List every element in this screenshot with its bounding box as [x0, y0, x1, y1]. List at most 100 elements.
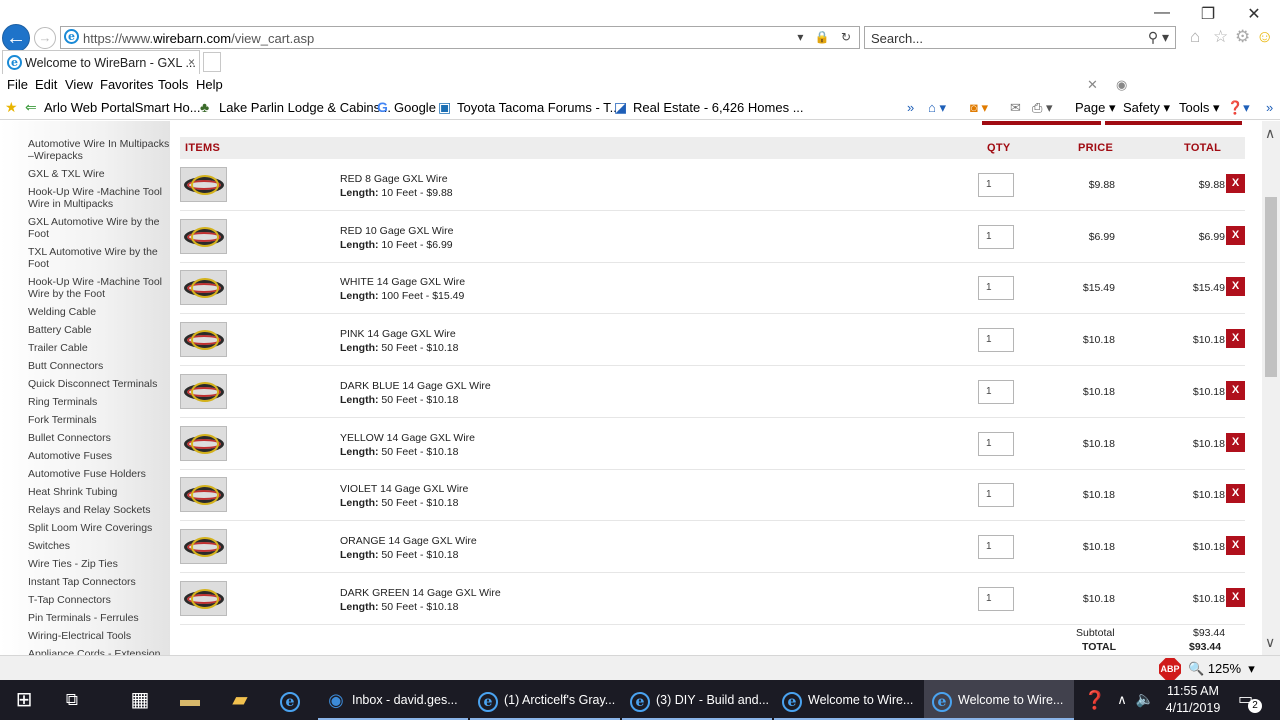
sidebar-category-link[interactable]: Instant Tap Connectors	[28, 576, 170, 588]
sidebar-category-link[interactable]: GXL & TXL Wire	[28, 168, 170, 180]
address-bar[interactable]: e https://www.wirebarn.com/view_cart.asp…	[60, 26, 860, 49]
remove-item-button[interactable]: X	[1226, 329, 1245, 349]
product-thumbnail[interactable]	[180, 218, 227, 254]
taskbar-app-ie-2[interactable]: e (3) DIY - Build and...	[622, 680, 772, 720]
address-tools-icons[interactable]: ▾ 🔒 ↻	[797, 30, 855, 44]
qty-input[interactable]: 1	[978, 173, 1014, 197]
print-icon[interactable]: ⎙ ▾	[1032, 100, 1053, 116]
vertical-scrollbar[interactable]: ∧ ∨	[1262, 121, 1280, 655]
calculator-icon[interactable]: ▦	[126, 686, 154, 714]
chevron-right-icon[interactable]: »	[1266, 100, 1273, 115]
taskbar-app-ie-active[interactable]: e Welcome to Wire...	[924, 680, 1074, 720]
product-thumbnail[interactable]	[180, 580, 227, 616]
close-menu-icon[interactable]: ✕	[1087, 77, 1098, 93]
zoom-level[interactable]: 🔍 125% ▾	[1188, 661, 1255, 677]
mail-icon[interactable]: ✉	[1010, 100, 1021, 116]
sidebar-category-link[interactable]: Appliance Cords - Extension	[28, 648, 170, 655]
windows-start-icon[interactable]: ⊞	[10, 686, 38, 714]
remove-item-button[interactable]: X	[1226, 380, 1245, 400]
clock[interactable]: 11:55 AM 4/11/2019	[1158, 683, 1228, 717]
product-thumbnail[interactable]	[180, 373, 227, 409]
fav-tacoma[interactable]: Toyota Tacoma Forums - T...	[457, 100, 621, 115]
remove-item-button[interactable]: X	[1226, 484, 1245, 504]
qty-input[interactable]: 1	[978, 483, 1014, 508]
item-name[interactable]: YELLOW 14 Gage GXL Wire	[340, 432, 475, 444]
menu-help[interactable]: Help	[196, 77, 223, 92]
sidebar-category-link[interactable]: Battery Cable	[28, 324, 170, 336]
favorites-star-icon[interactable]: ★	[5, 99, 18, 116]
home-icon[interactable]: ⌂	[1190, 27, 1200, 47]
product-thumbnail[interactable]	[180, 322, 227, 358]
sidebar-category-link[interactable]: Hook-Up Wire -Machine Tool Wire in Multi…	[28, 186, 170, 210]
sidebar-category-link[interactable]: T-Tap Connectors	[28, 594, 170, 606]
menu-file[interactable]: File	[7, 77, 28, 92]
volume-icon[interactable]: 🔈	[1131, 686, 1159, 714]
product-thumbnail[interactable]	[180, 167, 227, 202]
search-icon[interactable]: ⚲ ▾	[1148, 29, 1169, 46]
sidebar-category-link[interactable]: Butt Connectors	[28, 360, 170, 372]
home-cmd-icon[interactable]: ⌂ ▾	[928, 100, 946, 116]
sidebar-category-link[interactable]: GXL Automotive Wire by the Foot	[28, 216, 170, 240]
scanner-icon[interactable]: ▬	[176, 686, 204, 714]
sidebar-category-link[interactable]: Welding Cable	[28, 306, 170, 318]
back-button[interactable]: ←	[2, 24, 30, 52]
sidebar-category-link[interactable]: Hook-Up Wire -Machine Tool Wire by the F…	[28, 276, 170, 300]
qty-input[interactable]: 1	[978, 379, 1014, 404]
favorites-star-icon[interactable]: ☆	[1213, 27, 1228, 47]
sidebar-category-link[interactable]: Automotive Fuses	[28, 450, 170, 462]
task-view-icon[interactable]: ⧉	[58, 686, 86, 714]
sidebar-category-link[interactable]: Wire Ties - Zip Ties	[28, 558, 170, 570]
settings-gear-icon[interactable]: ⚙	[1235, 27, 1250, 47]
item-name[interactable]: WHITE 14 Gage GXL Wire	[340, 276, 465, 288]
remove-item-button[interactable]: X	[1226, 432, 1245, 452]
item-name[interactable]: ORANGE 14 Gage GXL Wire	[340, 535, 477, 547]
sidebar-category-link[interactable]: Relays and Relay Sockets	[28, 504, 170, 516]
qty-input[interactable]: 1	[978, 224, 1014, 249]
remove-item-button[interactable]: X	[1226, 277, 1245, 297]
sidebar-category-link[interactable]: Heat Shrink Tubing	[28, 486, 170, 498]
fav-google[interactable]: Google	[394, 100, 436, 115]
sidebar-category-link[interactable]: Split Loom Wire Coverings	[28, 522, 170, 534]
minimize-icon[interactable]: —	[1139, 4, 1185, 22]
smiley-feedback-icon[interactable]: ☺	[1256, 27, 1273, 47]
sidebar-category-link[interactable]: Automotive Wire In Multipacks –Wirepacks	[28, 138, 170, 162]
menu-view[interactable]: View	[65, 77, 93, 92]
sidebar-category-link[interactable]: Automotive Fuse Holders	[28, 468, 170, 480]
qty-input[interactable]: 1	[978, 534, 1014, 559]
search-box[interactable]: Search... ⚲ ▾	[864, 26, 1176, 49]
sidebar-category-link[interactable]: TXL Automotive Wire by the Foot	[28, 246, 170, 270]
scroll-down-icon[interactable]: ∨	[1265, 634, 1275, 651]
restore-icon[interactable]: ❐	[1185, 4, 1231, 24]
checkout-button-edge[interactable]	[1105, 121, 1242, 125]
sidebar-category-link[interactable]: Bullet Connectors	[28, 432, 170, 444]
ie-taskbar-icon[interactable]: e	[276, 686, 304, 714]
tab-wirebarn[interactable]: e Welcome to WireBarn - GXL ... ×	[2, 50, 200, 74]
tools-menu[interactable]: Tools ▾	[1179, 100, 1220, 116]
menu-extra-icon[interactable]: ◉	[1116, 77, 1127, 93]
fav-lake-parlin[interactable]: Lake Parlin Lodge & Cabins...	[219, 100, 391, 115]
sidebar-category-link[interactable]: Fork Terminals	[28, 414, 170, 426]
product-thumbnail[interactable]	[180, 477, 227, 513]
help-tray-icon[interactable]: ❓	[1081, 686, 1109, 714]
sidebar-category-link[interactable]: Trailer Cable	[28, 342, 170, 354]
taskbar-app-outlook[interactable]: ◉ Inbox - david.ges...	[318, 680, 468, 720]
safety-menu[interactable]: Safety ▾	[1123, 100, 1170, 116]
page-menu[interactable]: Page ▾	[1075, 100, 1116, 116]
scroll-thumb[interactable]	[1265, 197, 1277, 377]
product-thumbnail[interactable]	[180, 528, 227, 564]
menu-edit[interactable]: Edit	[35, 77, 57, 92]
item-name[interactable]: VIOLET 14 Gage GXL Wire	[340, 483, 468, 495]
adblock-plus-icon[interactable]: ABP	[1159, 658, 1181, 680]
file-explorer-icon[interactable]: ▰	[226, 686, 254, 714]
action-center-icon[interactable]: ▭ 2	[1238, 689, 1262, 713]
remove-item-button[interactable]: X	[1226, 225, 1245, 245]
remove-item-button[interactable]: X	[1226, 174, 1245, 193]
qty-input[interactable]: 1	[978, 276, 1014, 301]
fav-arlo[interactable]: Arlo Web PortalSmart Ho...	[44, 100, 201, 115]
rss-icon[interactable]: ◙ ▾	[970, 100, 988, 116]
taskbar-app-ie-3[interactable]: e Welcome to Wire...	[774, 680, 924, 720]
continue-shopping-button-edge[interactable]	[982, 121, 1101, 125]
forward-button[interactable]: →	[34, 27, 56, 49]
item-name[interactable]: RED 8 Gage GXL Wire	[340, 173, 448, 185]
remove-item-button[interactable]: X	[1226, 587, 1245, 607]
